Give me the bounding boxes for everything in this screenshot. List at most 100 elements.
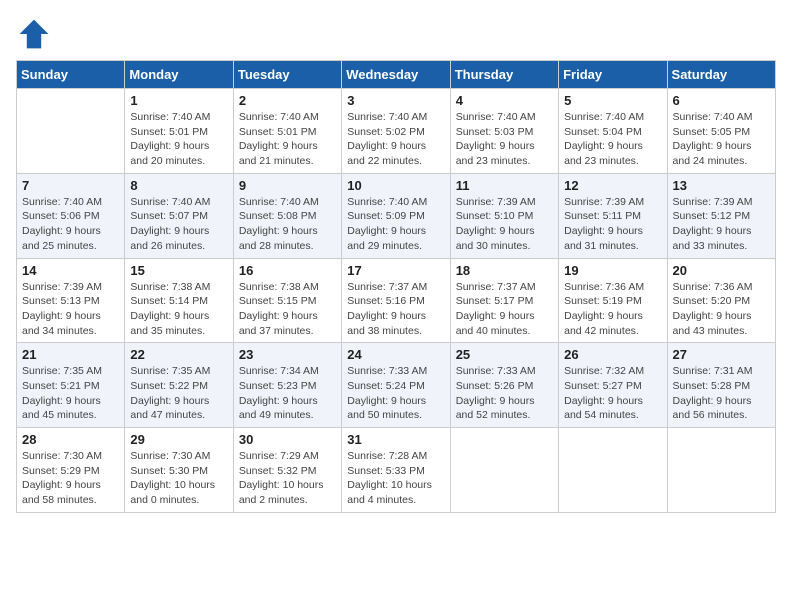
day-cell: 10 Sunrise: 7:40 AMSunset: 5:09 PMDayligh… [342, 173, 450, 258]
day-cell [667, 428, 775, 513]
day-detail: Sunrise: 7:30 AMSunset: 5:30 PMDaylight:… [130, 449, 227, 508]
day-detail: Sunrise: 7:29 AMSunset: 5:32 PMDaylight:… [239, 449, 336, 508]
day-cell: 30 Sunrise: 7:29 AMSunset: 5:32 PMDayligh… [233, 428, 341, 513]
day-detail: Sunrise: 7:30 AMSunset: 5:29 PMDaylight:… [22, 449, 119, 508]
day-cell: 16 Sunrise: 7:38 AMSunset: 5:15 PMDayligh… [233, 258, 341, 343]
day-number: 4 [456, 93, 553, 108]
day-cell: 4 Sunrise: 7:40 AMSunset: 5:03 PMDaylight… [450, 89, 558, 174]
day-number: 22 [130, 347, 227, 362]
header [16, 16, 776, 52]
day-number: 12 [564, 178, 661, 193]
day-cell: 28Sunrise: 7:30 AMSunset: 5:29 PMDayligh… [17, 428, 125, 513]
column-header-thursday: Thursday [450, 61, 558, 89]
day-cell: 20 Sunrise: 7:36 AMSunset: 5:20 PMDayligh… [667, 258, 775, 343]
day-detail: Sunrise: 7:36 AMSunset: 5:20 PMDaylight:… [673, 280, 770, 339]
day-number: 6 [673, 93, 770, 108]
day-number: 23 [239, 347, 336, 362]
day-cell: 27 Sunrise: 7:31 AMSunset: 5:28 PMDayligh… [667, 343, 775, 428]
day-detail: Sunrise: 7:40 AMSunset: 5:01 PMDaylight:… [239, 110, 336, 169]
week-row-2: 7 Sunrise: 7:40 AMSunset: 5:06 PMDaylight… [17, 173, 776, 258]
day-cell: 8 Sunrise: 7:40 AMSunset: 5:07 PMDaylight… [125, 173, 233, 258]
week-row-1: 1 Sunrise: 7:40 AMSunset: 5:01 PMDaylight… [17, 89, 776, 174]
day-detail: Sunrise: 7:31 AMSunset: 5:28 PMDaylight:… [673, 364, 770, 423]
day-cell: 11 Sunrise: 7:39 AMSunset: 5:10 PMDayligh… [450, 173, 558, 258]
day-detail: Sunrise: 7:39 AMSunset: 5:13 PMDaylight:… [22, 280, 119, 339]
day-number: 14 [22, 263, 119, 278]
day-number: 18 [456, 263, 553, 278]
day-number: 7 [22, 178, 119, 193]
day-detail: Sunrise: 7:39 AMSunset: 5:12 PMDaylight:… [673, 195, 770, 254]
day-detail: Sunrise: 7:34 AMSunset: 5:23 PMDaylight:… [239, 364, 336, 423]
column-header-tuesday: Tuesday [233, 61, 341, 89]
day-detail: Sunrise: 7:33 AMSunset: 5:26 PMDaylight:… [456, 364, 553, 423]
day-number: 1 [130, 93, 227, 108]
day-number: 31 [347, 432, 444, 447]
day-cell [450, 428, 558, 513]
day-cell: 13 Sunrise: 7:39 AMSunset: 5:12 PMDayligh… [667, 173, 775, 258]
day-detail: Sunrise: 7:28 AMSunset: 5:33 PMDaylight:… [347, 449, 444, 508]
day-cell: 12Sunrise: 7:39 AMSunset: 5:11 PMDayligh… [559, 173, 667, 258]
day-detail: Sunrise: 7:40 AMSunset: 5:08 PMDaylight:… [239, 195, 336, 254]
day-number: 26 [564, 347, 661, 362]
day-number: 24 [347, 347, 444, 362]
day-number: 3 [347, 93, 444, 108]
day-number: 30 [239, 432, 336, 447]
day-number: 2 [239, 93, 336, 108]
day-cell: 24 Sunrise: 7:33 AMSunset: 5:24 PMDayligh… [342, 343, 450, 428]
logo-icon [16, 16, 52, 52]
day-detail: Sunrise: 7:38 AMSunset: 5:14 PMDaylight:… [130, 280, 227, 339]
day-number: 11 [456, 178, 553, 193]
column-header-monday: Monday [125, 61, 233, 89]
day-detail: Sunrise: 7:37 AMSunset: 5:16 PMDaylight:… [347, 280, 444, 339]
day-detail: Sunrise: 7:40 AMSunset: 5:03 PMDaylight:… [456, 110, 553, 169]
day-cell: 5Sunrise: 7:40 AMSunset: 5:04 PMDaylight… [559, 89, 667, 174]
day-detail: Sunrise: 7:40 AMSunset: 5:02 PMDaylight:… [347, 110, 444, 169]
day-cell [17, 89, 125, 174]
day-cell: 31 Sunrise: 7:28 AMSunset: 5:33 PMDayligh… [342, 428, 450, 513]
day-detail: Sunrise: 7:32 AMSunset: 5:27 PMDaylight:… [564, 364, 661, 423]
day-cell: 25 Sunrise: 7:33 AMSunset: 5:26 PMDayligh… [450, 343, 558, 428]
calendar: SundayMondayTuesdayWednesdayThursdayFrid… [16, 60, 776, 513]
day-cell: 15 Sunrise: 7:38 AMSunset: 5:14 PMDayligh… [125, 258, 233, 343]
day-detail: Sunrise: 7:35 AMSunset: 5:21 PMDaylight:… [22, 364, 119, 423]
day-number: 9 [239, 178, 336, 193]
day-detail: Sunrise: 7:40 AMSunset: 5:07 PMDaylight:… [130, 195, 227, 254]
day-number: 29 [130, 432, 227, 447]
day-cell [559, 428, 667, 513]
day-detail: Sunrise: 7:38 AMSunset: 5:15 PMDaylight:… [239, 280, 336, 339]
header-row: SundayMondayTuesdayWednesdayThursdayFrid… [17, 61, 776, 89]
day-detail: Sunrise: 7:39 AMSunset: 5:10 PMDaylight:… [456, 195, 553, 254]
day-number: 13 [673, 178, 770, 193]
logo [16, 16, 56, 52]
day-cell: 6Sunrise: 7:40 AMSunset: 5:05 PMDaylight… [667, 89, 775, 174]
day-number: 20 [673, 263, 770, 278]
day-number: 15 [130, 263, 227, 278]
column-header-saturday: Saturday [667, 61, 775, 89]
week-row-5: 28Sunrise: 7:30 AMSunset: 5:29 PMDayligh… [17, 428, 776, 513]
day-number: 27 [673, 347, 770, 362]
day-cell: 1 Sunrise: 7:40 AMSunset: 5:01 PMDaylight… [125, 89, 233, 174]
day-detail: Sunrise: 7:40 AMSunset: 5:09 PMDaylight:… [347, 195, 444, 254]
day-number: 25 [456, 347, 553, 362]
day-cell: 22 Sunrise: 7:35 AMSunset: 5:22 PMDayligh… [125, 343, 233, 428]
column-header-sunday: Sunday [17, 61, 125, 89]
day-cell: 17 Sunrise: 7:37 AMSunset: 5:16 PMDayligh… [342, 258, 450, 343]
day-detail: Sunrise: 7:35 AMSunset: 5:22 PMDaylight:… [130, 364, 227, 423]
day-number: 17 [347, 263, 444, 278]
day-cell: 29 Sunrise: 7:30 AMSunset: 5:30 PMDayligh… [125, 428, 233, 513]
day-number: 19 [564, 263, 661, 278]
week-row-3: 14 Sunrise: 7:39 AMSunset: 5:13 PMDayligh… [17, 258, 776, 343]
day-number: 10 [347, 178, 444, 193]
day-cell: 26 Sunrise: 7:32 AMSunset: 5:27 PMDayligh… [559, 343, 667, 428]
day-detail: Sunrise: 7:40 AMSunset: 5:01 PMDaylight:… [130, 110, 227, 169]
day-detail: Sunrise: 7:33 AMSunset: 5:24 PMDaylight:… [347, 364, 444, 423]
day-number: 16 [239, 263, 336, 278]
day-cell: 18 Sunrise: 7:37 AMSunset: 5:17 PMDayligh… [450, 258, 558, 343]
day-number: 21 [22, 347, 119, 362]
day-cell: 23 Sunrise: 7:34 AMSunset: 5:23 PMDayligh… [233, 343, 341, 428]
day-detail: Sunrise: 7:40 AMSunset: 5:04 PMDaylight:… [564, 110, 661, 169]
day-detail: Sunrise: 7:37 AMSunset: 5:17 PMDaylight:… [456, 280, 553, 339]
day-cell: 3 Sunrise: 7:40 AMSunset: 5:02 PMDaylight… [342, 89, 450, 174]
day-detail: Sunrise: 7:40 AMSunset: 5:06 PMDaylight:… [22, 195, 119, 254]
day-number: 8 [130, 178, 227, 193]
